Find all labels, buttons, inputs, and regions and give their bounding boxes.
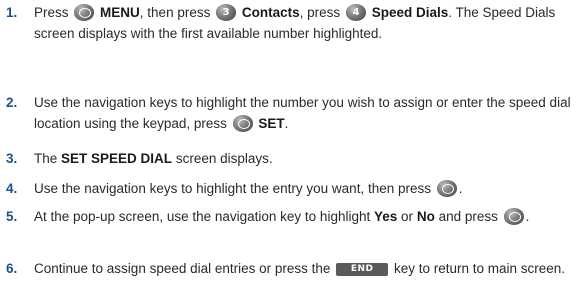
step-text-fragment: , then press bbox=[139, 5, 211, 20]
step-number: 4. bbox=[6, 181, 18, 196]
step-text-fragment: , press bbox=[299, 5, 341, 20]
step-text-fragment: Press bbox=[34, 5, 69, 20]
ok-key-icon bbox=[74, 4, 95, 21]
step-text: Continue to assign speed dial entries or… bbox=[34, 258, 579, 279]
menu-label: MENU bbox=[100, 5, 140, 20]
set-label: SET bbox=[258, 116, 285, 131]
step-text-fragment: and press bbox=[438, 209, 498, 224]
step-text: The SET SPEED DIAL screen displays. bbox=[34, 148, 579, 169]
number-key-4-icon: 4 bbox=[345, 4, 366, 21]
contacts-label: Contacts bbox=[241, 5, 300, 20]
step-text-fragment: . bbox=[284, 116, 289, 131]
ok-key-icon bbox=[232, 115, 253, 132]
step-text-fragment: . bbox=[525, 209, 530, 224]
step-text-fragment: key to return to main screen. bbox=[393, 261, 566, 276]
speed-dials-label: Speed Dials bbox=[371, 5, 449, 20]
yes-label: Yes bbox=[374, 209, 398, 224]
ok-key-icon bbox=[503, 208, 524, 225]
step-number: 3. bbox=[6, 151, 18, 166]
step-number: 2. bbox=[6, 95, 18, 110]
step-text: Use the navigation keys to highlight the… bbox=[34, 92, 579, 134]
step-text: At the pop-up screen, use the navigation… bbox=[34, 206, 579, 227]
step-text: Press MENU, then press 3 Contacts, press… bbox=[34, 2, 579, 44]
step-text-fragment: Use the navigation keys to highlight the… bbox=[34, 95, 571, 131]
set-speed-dial-label: SET SPEED DIAL bbox=[61, 151, 173, 166]
step-number: 5. bbox=[6, 209, 18, 224]
end-key-icon: END bbox=[336, 263, 389, 276]
step-text-fragment: At the pop-up screen, use the navigation… bbox=[34, 209, 371, 224]
step-number: 6. bbox=[6, 261, 18, 276]
step-text-fragment: or bbox=[401, 209, 414, 224]
step-text-fragment: The bbox=[34, 151, 58, 166]
instruction-page: 1. Press MENU, then press 3 Contacts, pr… bbox=[0, 0, 585, 305]
step-number: 1. bbox=[6, 5, 18, 20]
ok-key-icon bbox=[436, 180, 457, 197]
no-label: No bbox=[416, 209, 435, 224]
step-text-fragment: . bbox=[458, 181, 463, 196]
step-text-fragment: screen displays. bbox=[175, 151, 273, 166]
number-key-3-icon: 3 bbox=[216, 4, 237, 21]
step-text-fragment: Use the navigation keys to highlight the… bbox=[34, 181, 431, 196]
step-text: Use the navigation keys to highlight the… bbox=[34, 178, 579, 199]
step-text-fragment: Continue to assign speed dial entries or… bbox=[34, 261, 331, 276]
